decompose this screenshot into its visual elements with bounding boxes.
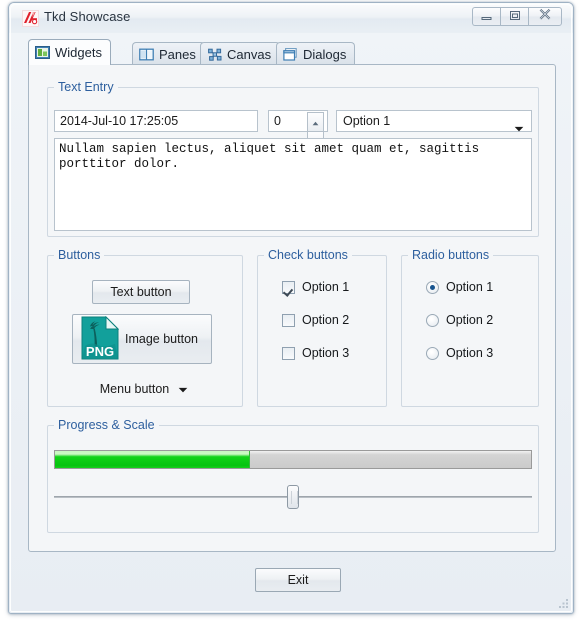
tab-widgets[interactable]: Widgets (28, 39, 111, 65)
group-title: Progress & Scale (54, 418, 159, 432)
application-window: Tkd Showcase Widgets Panes Canvas Dialog… (8, 2, 574, 614)
radio-buttons-group: Radio buttons Option 1 Option 2 Option 3 (401, 248, 539, 407)
radio-option-3[interactable]: Option 3 (426, 346, 493, 360)
check-option-1[interactable]: Option 1 (282, 280, 349, 294)
restore-button[interactable] (500, 7, 528, 26)
image-button-label: Image button (125, 332, 198, 346)
scale-slider[interactable] (54, 484, 532, 510)
radio-icon[interactable] (426, 313, 439, 327)
tab-label: Widgets (55, 45, 102, 60)
panes-icon (139, 47, 154, 62)
image-button[interactable]: PNG Image button (72, 314, 212, 364)
text-area[interactable]: Nullam sapien lectus, aliquet sit amet q… (54, 138, 532, 231)
restore-icon (509, 8, 521, 26)
combobox[interactable]: Option 1 (336, 110, 532, 132)
check-option-3[interactable]: Option 3 (282, 346, 349, 360)
tab-panes[interactable]: Panes (132, 42, 205, 65)
buttons-group: Buttons Text button PNG Image button Men… (47, 248, 243, 407)
tab-label: Dialogs (303, 46, 347, 62)
group-title: Radio buttons (408, 248, 494, 262)
radio-option-label: Option 1 (446, 280, 494, 294)
group-title: Check buttons (264, 248, 352, 262)
tab-label: Panes (159, 46, 196, 62)
canvas-icon (207, 47, 222, 62)
radio-icon[interactable] (426, 346, 439, 360)
progress-scale-group: Progress & Scale (47, 418, 539, 533)
radio-icon[interactable] (426, 280, 439, 294)
group-title: Buttons (54, 248, 105, 262)
spinbox[interactable]: 0 (268, 110, 328, 151)
checkbox-icon[interactable] (282, 313, 295, 327)
slider-thumb[interactable] (287, 485, 299, 509)
menu-button[interactable]: Menu button (84, 378, 204, 400)
exit-button[interactable]: Exit (255, 568, 341, 592)
chevron-down-icon (178, 382, 188, 396)
tk-logo-icon (22, 10, 39, 27)
radio-option-2[interactable]: Option 2 (426, 313, 493, 327)
radio-option-1[interactable]: Option 1 (426, 280, 493, 294)
png-file-icon: PNG (81, 315, 120, 363)
check-option-label: Option 3 (302, 346, 350, 360)
minimize-button[interactable] (472, 7, 500, 26)
text-entry-group: Text Entry 0 (47, 80, 539, 237)
dialogs-icon (283, 47, 298, 62)
tab-label: Canvas (227, 46, 272, 62)
widgets-icon (35, 45, 50, 60)
checkbox-icon[interactable] (282, 280, 295, 294)
progress-bar (54, 450, 532, 469)
checkbox-icon[interactable] (282, 346, 295, 360)
png-icon-label: PNG (86, 344, 114, 359)
close-icon (538, 8, 552, 26)
minimize-icon (481, 8, 492, 26)
chevron-down-icon[interactable] (514, 119, 524, 137)
spinbox-buttons[interactable] (307, 112, 324, 151)
radio-option-label: Option 2 (446, 313, 494, 327)
combobox-value: Option 1 (343, 114, 391, 128)
progress-bar-fill (55, 451, 251, 468)
check-option-label: Option 1 (302, 280, 350, 294)
spinbox-value: 0 (274, 114, 281, 128)
window-title: Tkd Showcase (44, 9, 131, 24)
radio-option-label: Option 3 (446, 346, 494, 360)
widgets-tab-panel: Text Entry 0 (28, 64, 556, 552)
title-bar[interactable]: Tkd Showcase (9, 3, 573, 33)
group-title: Text Entry (54, 80, 118, 94)
resize-grip[interactable] (557, 597, 569, 609)
text-button[interactable]: Text button (92, 280, 190, 304)
check-option-2[interactable]: Option 2 (282, 313, 349, 327)
close-button[interactable] (528, 7, 562, 26)
date-entry-input[interactable] (54, 110, 258, 132)
check-buttons-group: Check buttons Option 1 Option 2 Option 3 (257, 248, 387, 407)
menu-button-label: Menu button (99, 382, 170, 396)
chevron-up-icon (312, 113, 319, 131)
tab-dialogs[interactable]: Dialogs (276, 42, 356, 65)
tab-canvas[interactable]: Canvas (200, 42, 281, 65)
check-option-label: Option 2 (302, 313, 350, 327)
tab-bar[interactable]: Widgets Panes Canvas Dialogs (28, 39, 556, 65)
spinbox-increment-button[interactable] (307, 112, 324, 131)
